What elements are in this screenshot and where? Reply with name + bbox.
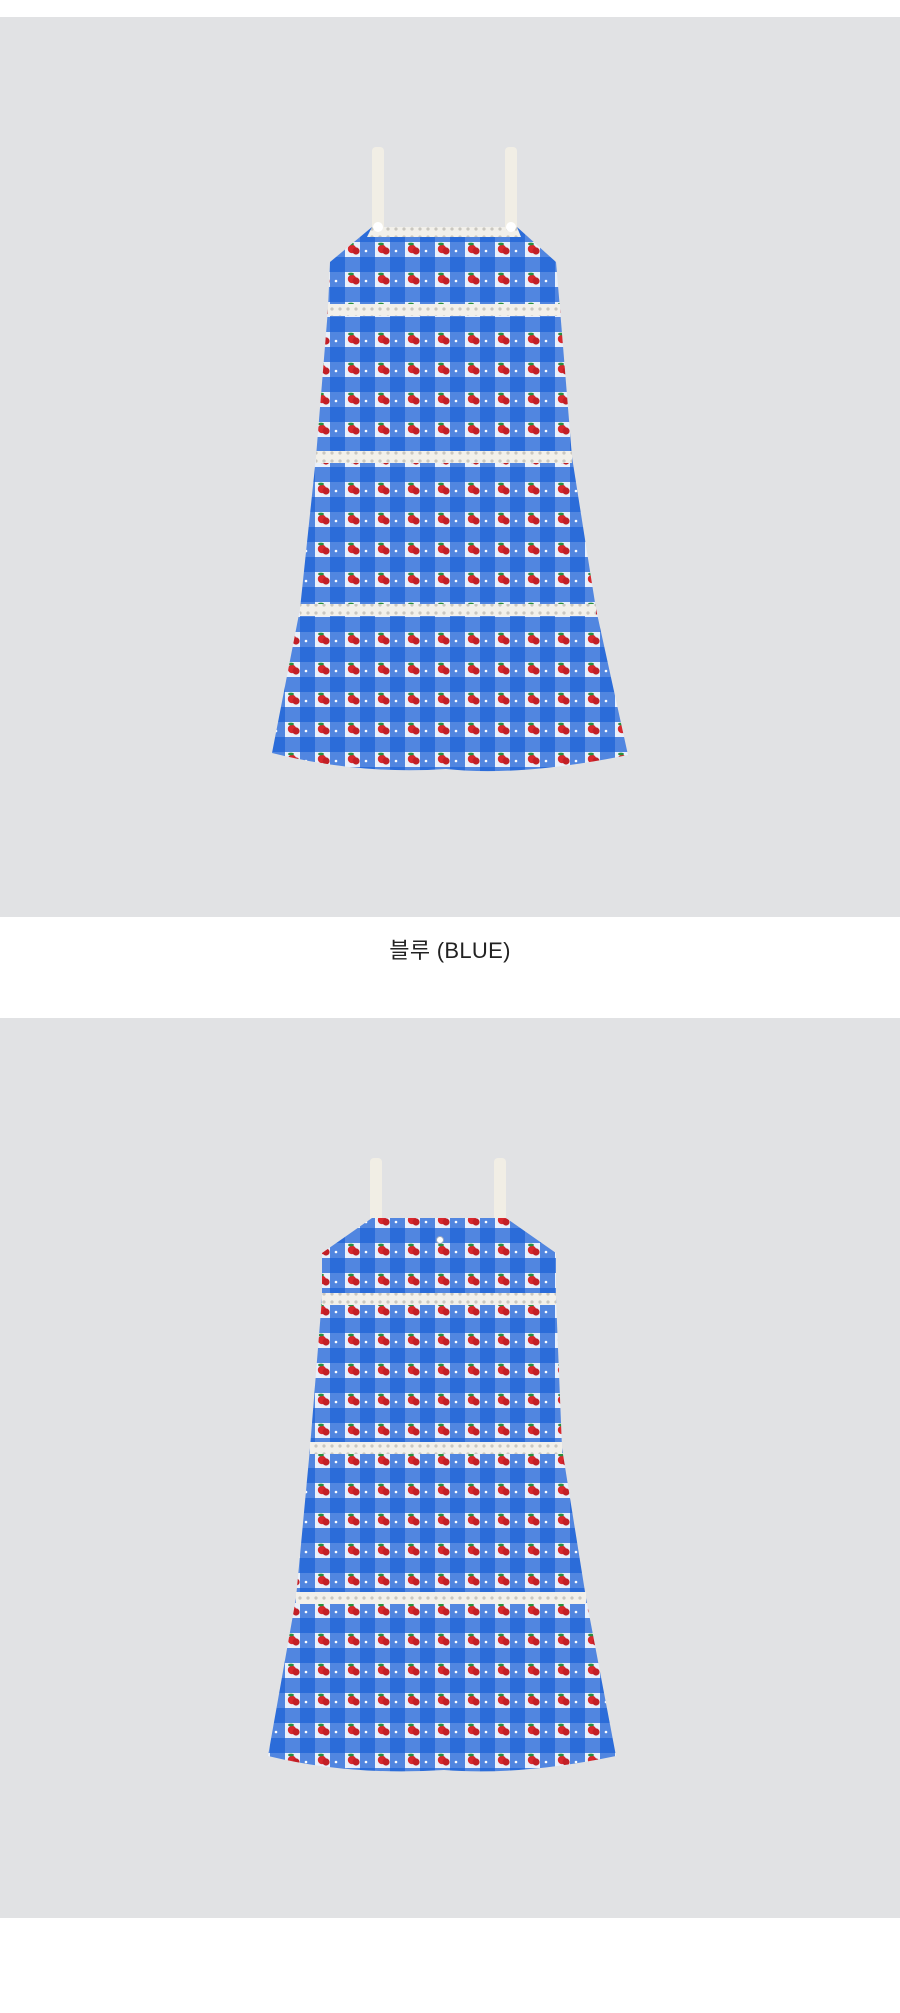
color-option-label: 블루 (BLUE) — [389, 938, 511, 963]
dress-back — [268, 1158, 616, 1772]
product-photo-front — [0, 17, 900, 917]
dress-front-image — [272, 147, 628, 772]
dress-front — [272, 147, 628, 772]
product-photo-back — [0, 1018, 900, 1918]
dress-back-image — [268, 1158, 616, 1772]
